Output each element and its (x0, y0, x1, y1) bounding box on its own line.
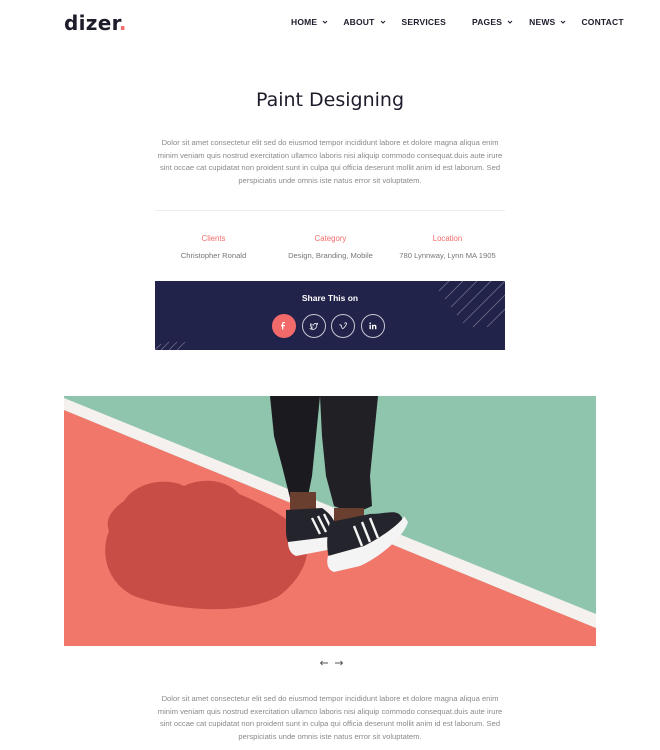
nav-item-about[interactable]: ABOUT (343, 17, 386, 27)
arrow-right-icon[interactable] (333, 657, 345, 669)
nav-item-news[interactable]: NEWS (529, 17, 567, 27)
twitter-icon[interactable] (301, 314, 326, 338)
meta-value-location: 780 Lynnway, Lynn MA 1905 (399, 251, 496, 260)
chevron-down-icon (379, 18, 387, 26)
share-title: Share This on (301, 293, 359, 303)
logo[interactable]: dizer. (64, 11, 127, 35)
divider (155, 210, 505, 211)
vimeo-icon[interactable] (331, 314, 355, 338)
logo-dot: . (118, 11, 127, 35)
nav-label-home: HOME (291, 17, 318, 27)
chevron-down-icon (559, 18, 567, 26)
hero-image (64, 396, 596, 646)
linkedin-icon[interactable] (360, 314, 385, 338)
nav-label-news: NEWS (529, 17, 556, 27)
court-photo (64, 396, 596, 646)
nav-item-contact[interactable]: CONTACT (581, 17, 623, 27)
share-box: Share This on (155, 281, 505, 350)
decorative-lines-bottom-left (155, 341, 186, 350)
logo-text: dizer (64, 11, 119, 35)
meta-clients: Clients Christopher Ronald (155, 234, 272, 260)
chevron-down-icon (321, 18, 329, 26)
meta-location: Location 780 Lynnway, Lynn MA 1905 (389, 234, 506, 260)
main-nav: HOME ABOUT SERVICES PAGES NEWS CONTACT (291, 17, 624, 27)
share-icons (272, 314, 390, 338)
nav-label-services: SERVICES (401, 17, 446, 27)
meta-category: Category Design, Branding, Mobile (272, 234, 389, 260)
project-meta: Clients Christopher Ronald Category Desi… (155, 234, 505, 264)
decorative-lines-top-right (439, 281, 505, 327)
meta-label-category: Category (314, 234, 347, 243)
page-title: Paint Designing (255, 89, 405, 111)
meta-value-clients: Christopher Ronald (180, 251, 247, 260)
chevron-down-icon (506, 18, 514, 26)
facebook-icon[interactable] (272, 314, 296, 338)
meta-value-category: Design, Branding, Mobile (288, 251, 373, 260)
outro-paragraph: Dolor sit amet consectetur elit sed do e… (157, 694, 503, 741)
site-header: dizer. HOME ABOUT SERVICES PAGES NEWS CO… (0, 0, 660, 48)
meta-label-clients: Clients (201, 234, 226, 243)
meta-label-location: Location (432, 234, 463, 243)
nav-item-pages[interactable]: PAGES (472, 17, 514, 27)
nav-label-contact: CONTACT (581, 17, 624, 27)
nav-label-pages: PAGES (471, 17, 503, 27)
slider-arrows (318, 657, 348, 669)
nav-item-services[interactable]: SERVICES (402, 17, 446, 27)
arrow-left-icon[interactable] (318, 657, 330, 669)
intro-paragraph: Dolor sit amet consectetur elit sed do e… (157, 138, 503, 185)
nav-label-about: ABOUT (343, 17, 375, 27)
nav-item-home[interactable]: HOME (291, 17, 329, 27)
